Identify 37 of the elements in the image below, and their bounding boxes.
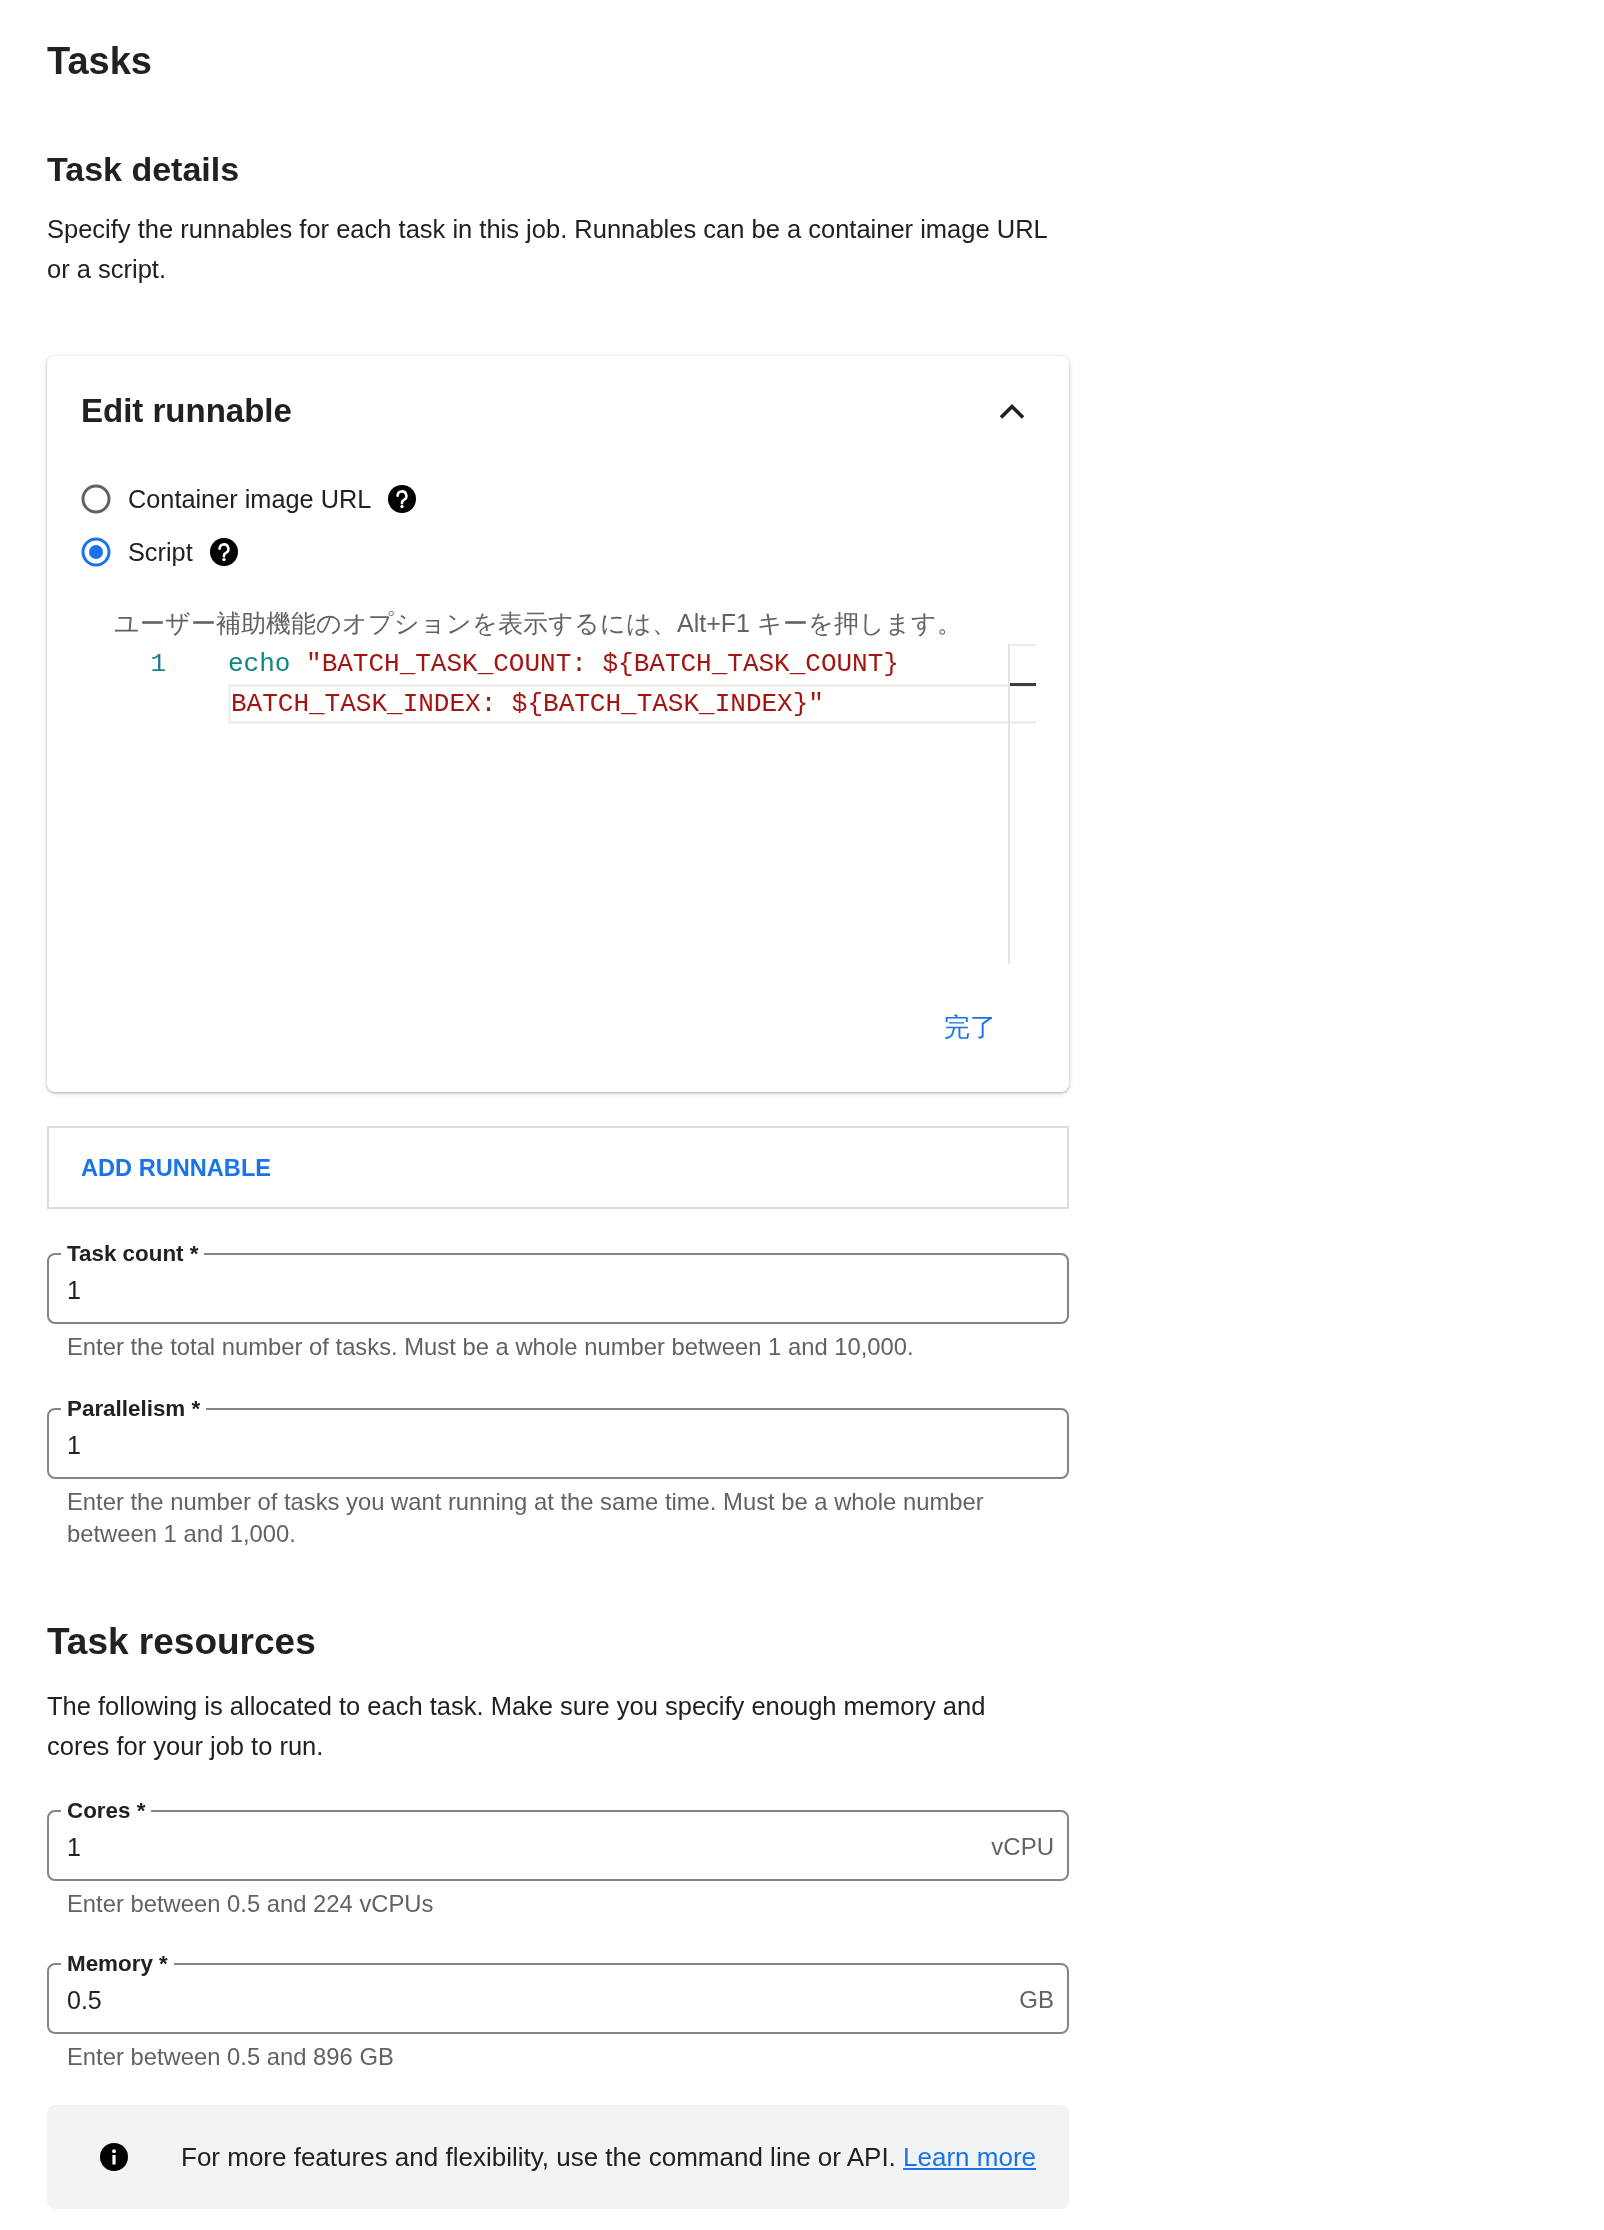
text-input[interactable]: 0.5 xyxy=(67,1977,1020,2023)
radio-button[interactable] xyxy=(81,537,111,567)
page-title: Tasks xyxy=(47,39,153,84)
field-label: Cores * xyxy=(66,1798,147,1824)
code-line: echo "BATCH_TASK_COUNT: ${BATCH_TASK_COUNT} xyxy=(228,648,899,681)
radio-button[interactable] xyxy=(81,484,111,514)
editor-hint: ユーザー補助機能のオプションを表示するには、Alt+F1 キーを押します。 xyxy=(114,608,962,639)
section-heading: Task details xyxy=(47,149,241,190)
unit-suffix: GB xyxy=(1019,1986,1054,2014)
section-heading: Task resources xyxy=(47,1620,317,1664)
field-label: Parallelism * xyxy=(66,1396,202,1422)
code-line: BATCH_TASK_INDEX: ${BATCH_TASK_INDEX}" xyxy=(228,684,1036,724)
helper-text: Enter between 0.5 and 896 GB xyxy=(67,2042,395,2072)
section-description: The following is allocated to each task. Make sure you specify enough memory and cores for your job to run. xyxy=(47,1691,987,1762)
field-label: Task count * xyxy=(66,1241,200,1267)
radio-label: Container image URL xyxy=(128,484,372,515)
done-button[interactable]: 完了 xyxy=(928,1005,1012,1049)
banner-text: For more features and flexibility, use the command line or API. Learn more xyxy=(181,2141,1037,2173)
card-title: Edit runnable xyxy=(81,391,292,431)
unit-suffix: vCPU xyxy=(991,1833,1054,1861)
text-input[interactable]: 1 xyxy=(67,1267,1054,1313)
helper-text: Enter between 0.5 and 224 vCPUs xyxy=(67,1889,435,1919)
helper-text: Enter the number of tasks you want running at the same time. Must be a whole number between 1 and 1,000. xyxy=(67,1487,985,1549)
line-number: 1 xyxy=(150,648,166,681)
text-input[interactable]: 1 xyxy=(67,1422,1054,1468)
field-label: Memory * xyxy=(66,1951,169,1977)
radio-label: Script xyxy=(128,537,193,568)
text-link[interactable]: Learn more xyxy=(903,2142,1037,2172)
helper-text: Enter the total number of tasks. Must be a whole number between 1 and 10,000. xyxy=(67,1332,915,1362)
add-runnable-button[interactable]: ADD RUNNABLE xyxy=(71,1144,282,1191)
chevron-up-icon[interactable] xyxy=(998,402,1026,420)
cursor-marker-icon xyxy=(1010,683,1036,686)
help-icon[interactable] xyxy=(388,485,417,513)
help-icon[interactable] xyxy=(209,538,238,566)
text-input[interactable]: 1 xyxy=(67,1824,992,1870)
section-description: Specify the runnables for each task in this job. Runnables can be a container image URL or a script. xyxy=(47,214,1048,285)
info-icon xyxy=(100,2143,128,2171)
